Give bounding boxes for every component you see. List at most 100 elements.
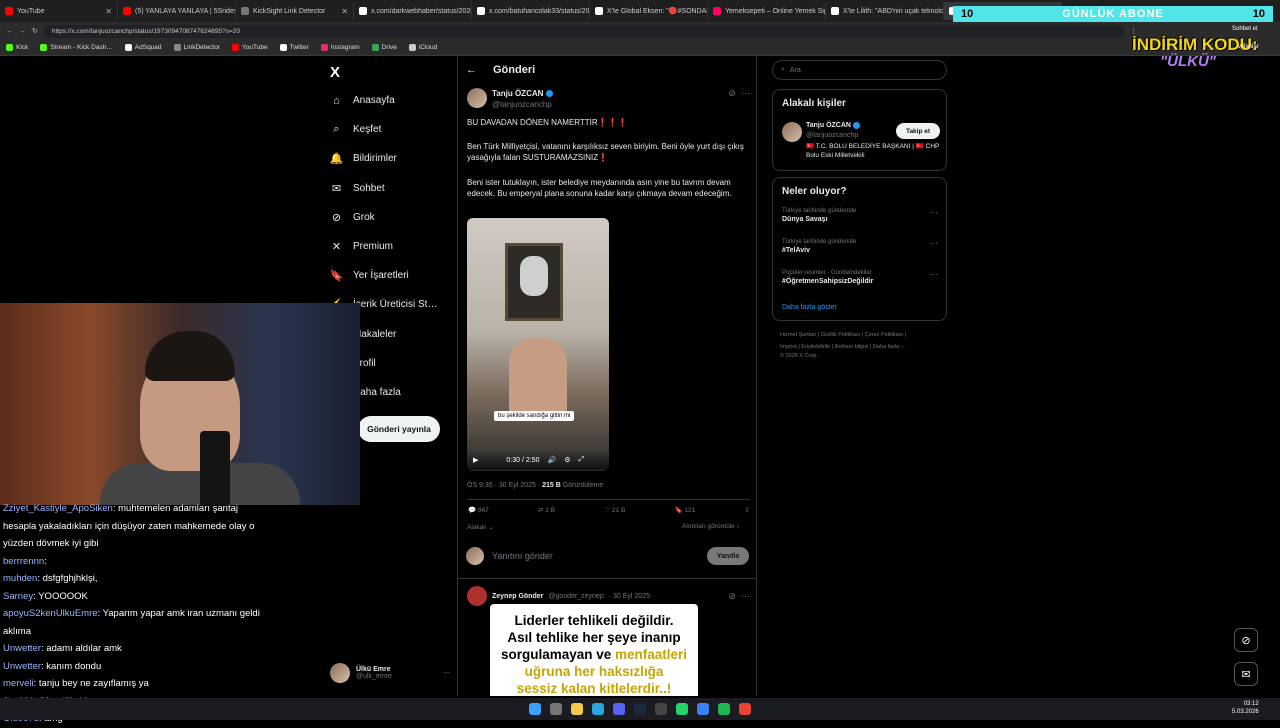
steam-icon[interactable]	[634, 703, 646, 715]
chat-username[interactable]: merveli	[3, 678, 34, 689]
reply-author[interactable]: Zeynep Gönder	[492, 591, 543, 602]
footer-links[interactable]: Hizmet Şartları | Gizlilik Politikası | …	[780, 332, 906, 338]
post-button[interactable]: Gönderi yayınla	[358, 416, 440, 442]
more-icon[interactable]: ⋯	[930, 208, 938, 217]
trend-item[interactable]: Popüler resimler · Gündemdekiler #Öğretme…	[782, 270, 873, 285]
reply-action[interactable]: 💬 967	[468, 506, 489, 514]
fullscreen-icon[interactable]: ⤢	[578, 456, 584, 464]
files-icon[interactable]	[571, 703, 583, 715]
chat-username[interactable]: apoyuS2kenUlkuEmre	[3, 608, 98, 619]
search-input[interactable]: ⌕ Ara	[772, 60, 947, 80]
person-handle[interactable]: @tanjuozcanchp	[806, 130, 858, 141]
bookmark-item[interactable]: Instagram	[320, 44, 360, 51]
bookmark-item[interactable]: Twitter	[279, 44, 309, 51]
grok-icon[interactable]: ⊘	[728, 88, 736, 110]
browser-tab[interactable]: x.com/darkwebhaber/status/2028…✕	[354, 2, 472, 20]
play-icon[interactable]: ▶	[473, 456, 478, 464]
reply-button[interactable]: Yanıtla	[707, 547, 749, 565]
browser-tab[interactable]: YouTube ✕	[0, 2, 118, 20]
chat-username[interactable]: berrrennn	[3, 556, 44, 567]
messages-float-button[interactable]: ✉	[1234, 662, 1258, 686]
browser-tab[interactable]: X'te Lilith: "ABD'nin uçak teknoloji…✕	[826, 2, 944, 20]
grok-float-button[interactable]: ⊘	[1234, 628, 1258, 652]
discord-icon[interactable]	[613, 703, 625, 715]
related-dropdown[interactable]: Alakalı ⌄	[467, 523, 494, 531]
close-icon[interactable]: ✕	[341, 7, 348, 16]
author-name[interactable]: Tanju ÖZCAN	[492, 89, 543, 98]
reply-handle[interactable]: @gonder_zeynep	[548, 591, 603, 602]
trend-item[interactable]: Türkiye tarihinde gündemde #TelAviv	[782, 239, 856, 254]
whatsapp-icon[interactable]	[676, 703, 688, 715]
back-icon[interactable]: ←	[6, 28, 13, 35]
close-icon[interactable]: ✕	[105, 7, 112, 16]
avatar[interactable]	[782, 122, 802, 142]
more-icon[interactable]: ⋯	[741, 591, 750, 602]
chat-username[interactable]: muhden	[3, 573, 37, 584]
chat-username[interactable]: Zziyet_Kastiyle_ApoSiken	[3, 503, 113, 514]
browser-tab[interactable]: KickSight Link Detector ✕	[236, 2, 354, 20]
browser-tab[interactable]: (5) YANLAYA YANLAYA | 5Srides✕	[118, 2, 236, 20]
chat-username[interactable]: Unwetter	[3, 661, 41, 672]
nav-item-anasayfa[interactable]: ⌂ Anasayfa	[330, 94, 395, 107]
share-icon[interactable]: ⇪	[745, 506, 750, 514]
bookmark-item[interactable]: LinkDetector	[173, 44, 220, 51]
vscode-icon[interactable]	[697, 703, 709, 715]
view-quotes-link[interactable]: Alıntıları görüntüle ›	[682, 523, 739, 530]
edge-icon[interactable]	[592, 703, 604, 715]
reply-quote-image[interactable]: Liderler tehlikeli değildir. Asıl tehlik…	[490, 604, 698, 696]
person-name[interactable]: Tanju ÖZCAN	[806, 122, 851, 129]
forward-icon[interactable]: →	[19, 28, 26, 35]
nav-item-bildirimler[interactable]: 🔔 Bildirimler	[330, 152, 397, 165]
bookmark-label: YouTube	[242, 44, 268, 51]
volume-icon[interactable]: 🔊	[547, 456, 556, 464]
x-logo[interactable]: X	[330, 64, 340, 81]
show-more-link[interactable]: Daha fazla göster	[782, 304, 837, 311]
spotify-icon[interactable]	[718, 703, 730, 715]
browser-tab[interactable]: X'te Global Eksen: "🔴#SONDAKİK…✕	[590, 2, 708, 20]
search-icon[interactable]	[550, 703, 562, 715]
nav-item-premium[interactable]: ✕ Premium	[330, 240, 393, 253]
post-timestamp[interactable]: ÖS 9:36 · 30 Eyl 2025 ·	[467, 482, 542, 489]
browser-tab[interactable]: Yemeksepeti – Online Yemek Sipar…✕	[708, 2, 826, 20]
chrome-icon[interactable]	[739, 703, 751, 715]
browser-tab[interactable]: x.com/batuhancolak33/status/202…✕	[472, 2, 590, 20]
like-action[interactable]: ♡ 21 B	[604, 506, 625, 514]
footer-links[interactable]: Imprint | Erişilebilirlik | Reklam bilgi…	[780, 344, 906, 350]
nav-item-keşfet[interactable]: ⌕ Keşfet	[330, 123, 381, 136]
settings-icon[interactable]: ⚙	[564, 456, 570, 464]
windows-icon[interactable]	[529, 703, 541, 715]
more-icon[interactable]: ⋯	[930, 239, 938, 248]
bookmark-item[interactable]: Drive	[371, 44, 397, 51]
app-icon[interactable]	[655, 703, 667, 715]
repost-action[interactable]: ⇄ 2 B	[538, 506, 555, 514]
chat-username[interactable]: Unwetter	[3, 643, 41, 654]
avatar[interactable]	[467, 88, 487, 108]
more-icon[interactable]: ⋯	[443, 669, 450, 677]
follow-button[interactable]: Takip et	[896, 123, 940, 139]
nav-item-sohbet[interactable]: ✉ Sohbet	[330, 182, 385, 195]
bookmark-item[interactable]: iCloud	[408, 44, 437, 51]
more-icon[interactable]: ⋯	[930, 270, 938, 279]
chat-side-label[interactable]: Sohbet et	[1232, 26, 1258, 32]
reply-input[interactable]: Yanıtını gönder	[492, 551, 553, 561]
url-input[interactable]: https://x.com/tanjuozcanchp/status/19730…	[43, 24, 1124, 38]
bookmark-item[interactable]: Kick	[6, 44, 28, 51]
nav-item-grok[interactable]: ⊘ Grok	[330, 211, 375, 224]
more-icon[interactable]: ⋯	[741, 88, 750, 110]
account-switcher[interactable]: Ülkü Emre @ulk_emre ⋯	[330, 660, 450, 686]
bookmark-item[interactable]: YouTube	[232, 44, 268, 51]
extensions-icon[interactable]: ⋮	[1130, 27, 1137, 35]
author-handle[interactable]: @tanjuozcanchp	[492, 99, 553, 110]
avatar[interactable]	[467, 586, 487, 606]
system-clock[interactable]: 03:12 5.03.2026	[1232, 700, 1259, 716]
bookmark-item[interactable]: Stream - Kick Dash…	[40, 44, 113, 51]
nav-item-yer-i-şaretleri[interactable]: 🔖 Yer İşaretleri	[330, 269, 409, 282]
bookmark-item[interactable]: AdSquad	[124, 44, 162, 51]
bookmark-action[interactable]: 🔖 121	[675, 506, 696, 514]
trend-item[interactable]: Türkiye tarihinde gündemde Dünya Savaşı	[782, 208, 856, 223]
chat-username[interactable]: Sarney	[3, 591, 33, 602]
reload-icon[interactable]: ↻	[32, 27, 38, 35]
grok-icon[interactable]: ⊘	[728, 591, 736, 602]
back-arrow-icon[interactable]: ←	[466, 64, 477, 76]
video-player[interactable]: bu şekilde sandığa gittin mi ▶ 0:30 / 2:…	[467, 218, 609, 471]
